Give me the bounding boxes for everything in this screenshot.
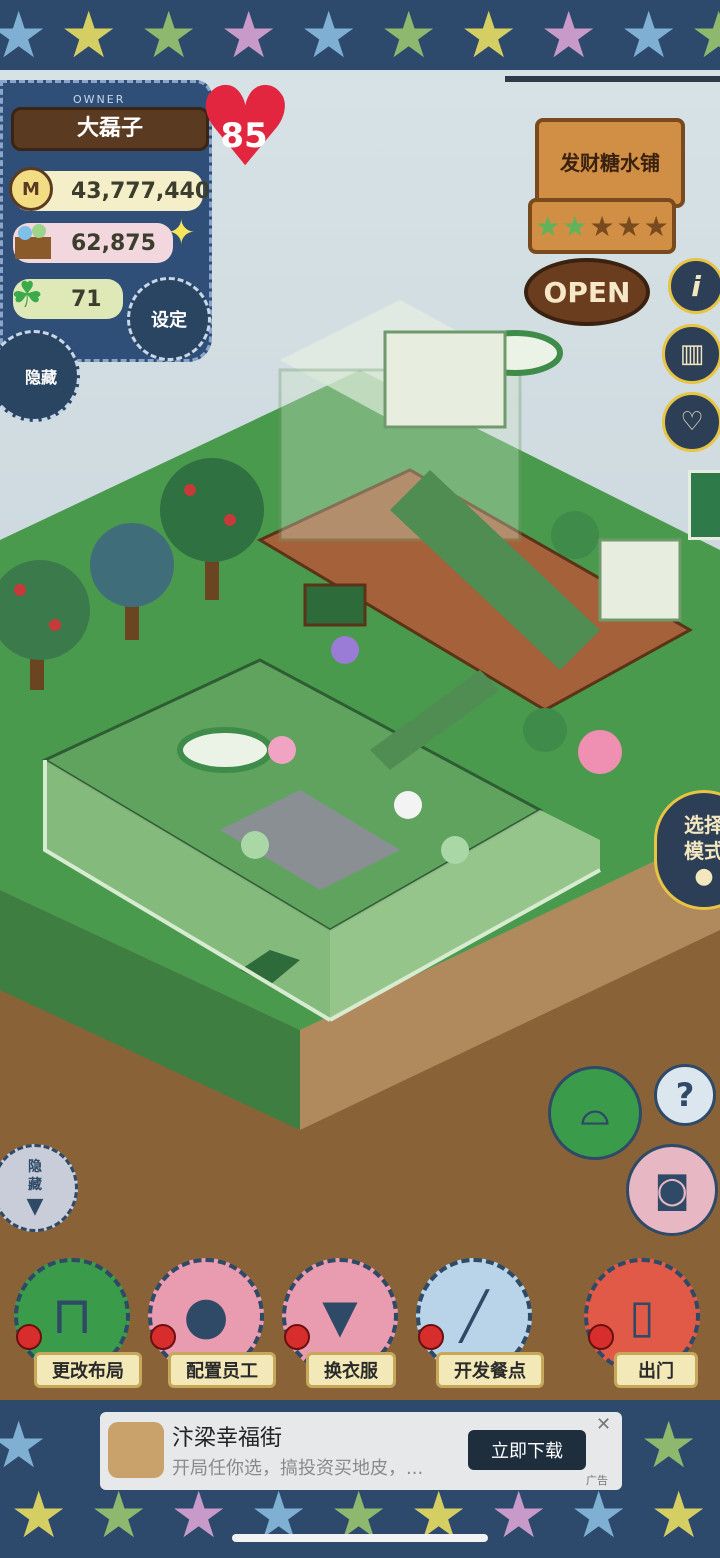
star-icon: ★: [535, 209, 561, 243]
shop-rating-sign: ★ ★ ★ ★ ★: [528, 198, 676, 254]
shop-name-sign: 发财糖水铺: [535, 118, 685, 208]
sparkle-icon: ✦: [167, 213, 196, 253]
ad-tag: 广告: [586, 1474, 608, 1487]
outfit-hat-button[interactable]: ⌓: [548, 1066, 642, 1160]
open-status-sign[interactable]: OPEN: [524, 258, 650, 326]
go-out-label: 出门: [614, 1352, 698, 1388]
bottom-dock: ⊓ 更改布局 ● 配置员工 ▼ 换衣服 ╱ 开发餐点 ▯ 出门: [0, 1256, 720, 1406]
owner-label: OWNER: [73, 93, 126, 106]
recipe-book-button[interactable]: ▥: [662, 324, 720, 384]
change-clothes-label: 换衣服: [306, 1352, 396, 1388]
table-icon: ⊓: [51, 1286, 93, 1346]
player-stats-panel: OWNER 大磊子 43,777,440 M 62,875 ✦ 71 ☘ 设定: [0, 80, 212, 362]
top-star-border: ★ ★ ★ ★ ★ ★ ★ ★ ★ ★: [0, 0, 720, 70]
level-number: 85: [220, 116, 268, 156]
hat-icon: ⌓: [580, 1092, 610, 1133]
star-icon: ★: [643, 209, 669, 243]
bear-head-icon: ●: [183, 1286, 229, 1346]
info-icon: i: [691, 269, 701, 303]
knife-icon: ╱: [460, 1289, 488, 1343]
camera-button[interactable]: ◙: [626, 1144, 718, 1236]
heart-chat-icon: ♡: [680, 407, 704, 437]
change-layout-label: 更改布局: [34, 1352, 142, 1388]
book-icon: ▥: [679, 339, 705, 369]
star-icon: ★: [589, 209, 615, 243]
basket-icon: [11, 219, 55, 263]
ad-banner[interactable]: 汴梁幸福街 开局任你选，搞投资买地皮，... 立即下载 ✕ 广告: [100, 1412, 622, 1490]
pin-icon: [588, 1324, 614, 1350]
settings-button[interactable]: 设定: [127, 277, 211, 361]
pin-icon: [16, 1324, 42, 1350]
clover-icon: ☘: [11, 275, 44, 316]
door-icon: ▯: [629, 1289, 655, 1343]
home-indicator[interactable]: [232, 1534, 488, 1542]
star-icon: ★: [562, 209, 588, 243]
ad-game-icon: [108, 1422, 164, 1478]
ad-title: 汴梁幸福街: [172, 1426, 283, 1451]
pin-icon: [418, 1324, 444, 1350]
help-button[interactable]: ?: [654, 1064, 716, 1126]
ad-download-button[interactable]: 立即下载: [468, 1430, 586, 1470]
develop-dishes-label: 开发餐点: [436, 1352, 544, 1388]
shop-sign-bracket: [505, 76, 720, 102]
message-button[interactable]: ♡: [662, 392, 720, 452]
exit-sign-icon[interactable]: [688, 470, 720, 540]
ad-subtitle: 开局任你选，搞投资买地皮，...: [172, 1458, 424, 1479]
bear-head-icon: ●: [694, 863, 714, 889]
camera-icon: ◙: [654, 1169, 690, 1211]
player-name: 大磊子: [11, 107, 209, 151]
pin-icon: [150, 1324, 176, 1350]
ad-close-icon[interactable]: ✕: [596, 1414, 611, 1435]
star-icon: ★: [616, 209, 642, 243]
shirt-icon: ▼: [322, 1289, 358, 1343]
coin-icon: M: [9, 167, 53, 211]
info-button[interactable]: i: [668, 258, 720, 314]
pin-icon: [284, 1324, 310, 1350]
assign-staff-label: 配置员工: [168, 1352, 276, 1388]
down-arrow-icon: ▼: [26, 1193, 44, 1219]
level-heart-badge: ♥ 85: [196, 72, 306, 186]
